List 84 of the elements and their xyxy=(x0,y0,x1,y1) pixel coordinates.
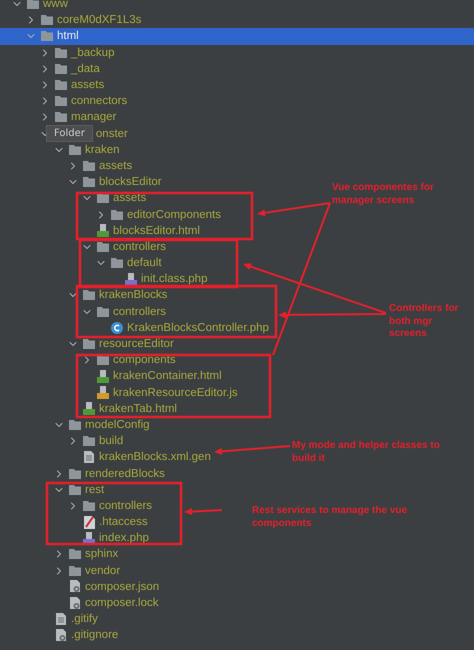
folder-icon xyxy=(69,549,81,560)
tree-item-label[interactable]: .gitify xyxy=(71,613,98,626)
folder-icon xyxy=(97,306,109,317)
tree-item-label[interactable]: www xyxy=(43,0,68,10)
folder-icon xyxy=(83,290,95,300)
tree-item-label[interactable]: editorComponents xyxy=(127,208,221,221)
folder-icon xyxy=(41,31,53,42)
folder-icon xyxy=(83,339,95,350)
tree-item-label[interactable]: krakenBlocks.xml.gen xyxy=(99,451,211,464)
folder-icon xyxy=(111,210,123,220)
tree-item-label[interactable]: _data xyxy=(71,62,100,75)
config-file-icon xyxy=(70,596,80,610)
annotation-note: Vue componentes for manager screens xyxy=(332,182,435,207)
annotation-note: Controllers for both mgr screens xyxy=(389,303,460,340)
tree-item-label[interactable]: default xyxy=(127,257,162,270)
tree-item-label[interactable]: .gitignore xyxy=(71,629,118,642)
html-file-icon xyxy=(97,224,109,238)
tree-item-label[interactable]: coreM0dXF1L3s xyxy=(57,14,142,26)
tree-item-label[interactable]: krakenResourceEditor.js xyxy=(113,386,238,399)
tree-item-label[interactable]: build xyxy=(99,435,124,448)
folder-icon xyxy=(111,258,123,268)
folder-icon xyxy=(69,420,81,430)
folder-icon xyxy=(69,144,81,155)
tree-item-label[interactable]: html xyxy=(57,30,79,42)
php-file-icon xyxy=(125,272,137,286)
config-file-icon xyxy=(70,580,80,594)
class-icon xyxy=(111,322,123,334)
tree-item-label[interactable]: modelConfig xyxy=(85,418,150,431)
tree-item-label[interactable]: blocksEditor xyxy=(99,176,162,188)
tree-item-label[interactable]: renderedBlocks xyxy=(85,468,165,480)
annotation-note: Rest services to manage the vue components xyxy=(252,505,408,530)
folder-icon xyxy=(41,15,53,26)
tree-item-label[interactable]: manager xyxy=(71,111,116,124)
tree-item-label[interactable]: .htaccess xyxy=(99,516,148,528)
folder-icon xyxy=(69,484,81,495)
tree-item-label[interactable]: composer.lock xyxy=(85,597,159,610)
html-file-icon xyxy=(97,370,109,383)
htaccess-file-icon xyxy=(84,516,94,529)
tree-item-label[interactable]: onster xyxy=(96,128,128,140)
folder-icon xyxy=(55,112,67,122)
folder-icon xyxy=(69,566,81,576)
folder-icon xyxy=(83,436,95,446)
tree-item-label[interactable]: assets xyxy=(113,192,146,204)
tree-item-label[interactable]: vendor xyxy=(85,564,120,577)
tree-item-label[interactable]: KrakenBlocksController.php xyxy=(127,322,269,334)
tree-item-label[interactable]: composer.json xyxy=(85,580,160,593)
selected-row[interactable]: html xyxy=(0,28,474,45)
tree-item-label[interactable]: assets xyxy=(99,160,132,172)
folder-icon xyxy=(55,64,67,74)
tree-item-label[interactable]: kraken xyxy=(85,144,120,156)
tree-item-label[interactable]: krakenBlocks xyxy=(99,289,168,302)
tree-item-label[interactable]: blocksEditor.html xyxy=(113,224,200,237)
tree-item-label[interactable]: rest xyxy=(85,484,104,496)
folder-icon xyxy=(97,242,109,252)
annotation-note: My mode and helper classes to build it xyxy=(292,440,441,465)
text-file-icon xyxy=(84,451,94,464)
js-file-icon xyxy=(97,386,109,400)
tree-item-label[interactable]: init.class.php xyxy=(141,273,208,286)
folder-icon xyxy=(55,96,67,106)
tree-item-label[interactable]: controllers xyxy=(113,306,166,318)
folder-icon xyxy=(83,160,95,171)
text-file-icon xyxy=(56,613,66,626)
tree-item-label[interactable]: assets xyxy=(71,79,104,92)
html-file-icon xyxy=(83,402,95,416)
config-file-icon xyxy=(56,628,66,642)
folder-icon xyxy=(83,177,95,188)
tree-item-label[interactable]: controllers xyxy=(113,240,166,253)
tree-item-label[interactable]: resourceEditor xyxy=(99,338,174,350)
tree-item-label[interactable]: krakenContainer.html xyxy=(113,370,222,382)
folder-icon xyxy=(55,48,67,58)
tree-item-label[interactable]: connectors xyxy=(71,95,128,108)
folder-icon xyxy=(27,0,39,10)
tree-item-label[interactable]: krakenTab.html xyxy=(99,402,177,415)
tree-item-label[interactable]: index.php xyxy=(99,532,149,544)
tree-item-label[interactable]: sphinx xyxy=(85,548,118,560)
php-file-icon xyxy=(83,532,95,545)
tree-item-label[interactable]: _backup xyxy=(71,46,114,59)
folder-icon xyxy=(69,468,81,479)
folder-icon xyxy=(83,500,95,511)
annotation-arrow xyxy=(184,508,222,516)
folder-tooltip: Folder xyxy=(46,125,93,142)
tree-item-label[interactable]: controllers xyxy=(99,500,152,512)
folder-icon xyxy=(55,80,67,90)
tree-item-label[interactable]: components xyxy=(113,354,176,366)
